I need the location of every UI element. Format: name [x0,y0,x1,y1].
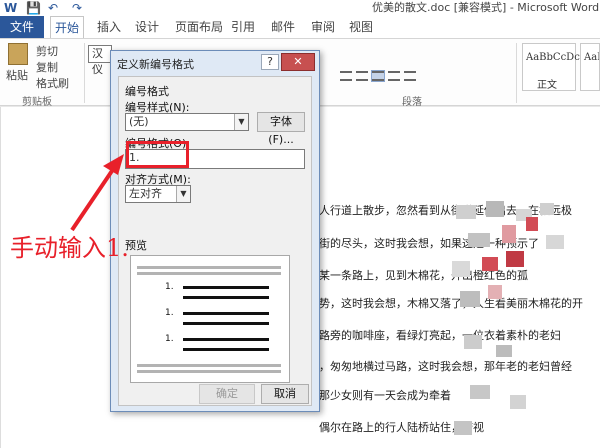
alignment-select[interactable]: 左对齐 ▼ [125,185,191,203]
clipboard-group-label: 剪贴板 [22,97,52,108]
watermark-pixelation [452,201,564,435]
number-style-select[interactable]: (无) ▼ [125,113,249,131]
preview-line [137,266,281,269]
style-normal[interactable]: AaBbCcDc 正文 [522,43,580,91]
style-next[interactable]: AaBb [580,43,600,91]
number-format-section-label: 编号格式 [125,85,169,98]
undo-icon[interactable]: ↶ [48,1,58,15]
tab-home[interactable]: 开始 [50,16,84,38]
title-bar: W 💾 ↶ ↷ 优美的散文.doc [兼容模式] - Microsoft Wor… [0,0,600,16]
paragraph-group-label: 段落 [402,97,422,108]
cancel-button[interactable]: 取消 [261,384,309,404]
tab-references[interactable]: 引用 [228,16,258,38]
align-center-icon[interactable] [356,71,368,81]
preview-line [183,312,269,315]
annotation-highlight-box [126,141,189,168]
preview-number: 1. [165,308,174,318]
format-painter-button[interactable]: 格式刷 [36,75,69,91]
style-sample-2: AaBb [584,52,599,63]
font-button[interactable]: 字体(F)... [257,112,305,146]
tab-design[interactable]: 设计 [132,16,162,38]
font-name-box[interactable]: 汉仪 [88,45,112,76]
preview-line [183,286,269,289]
chevron-down-icon[interactable]: ▼ [234,114,248,130]
preview-line [183,348,269,351]
doc-line: 那少女则有一天会成为牵着 [319,389,451,402]
tab-insert[interactable]: 插入 [94,16,124,38]
justify-icon[interactable] [371,70,385,82]
distribute-icon[interactable] [404,71,416,81]
save-icon[interactable]: 💾 [26,1,41,15]
alignment-value: 左对齐 [129,187,162,200]
help-button[interactable]: ? [261,54,279,70]
word-icon[interactable]: W [4,1,17,15]
tab-file[interactable]: 文件 [0,16,44,38]
preview-line [137,370,281,373]
tab-page-layout[interactable]: 页面布局 [170,16,228,38]
number-style-value: (无) [129,115,149,128]
tab-view[interactable]: 视图 [346,16,376,38]
window-title: 优美的散文.doc [兼容模式] - Microsoft Word [372,1,600,14]
style-name: 正文 [537,80,557,91]
copy-button[interactable]: 复制 [36,59,58,75]
tab-mailings[interactable]: 邮件 [268,16,298,38]
close-button[interactable]: ✕ [281,53,315,71]
tab-review[interactable]: 审阅 [308,16,338,38]
annotation-text: 手动输入1. [10,234,129,262]
cut-button[interactable]: 剪切 [36,43,58,59]
paste-icon[interactable] [8,43,28,65]
ribbon-tabs: 文件 开始 插入 设计 页面布局 引用 邮件 审阅 视图 [0,16,600,38]
preview-line [183,322,269,325]
preview-box: 1. 1. 1. [130,255,290,383]
redo-icon[interactable]: ↷ [72,1,82,15]
align-left-icon[interactable] [340,71,352,81]
chevron-down-icon[interactable]: ▼ [176,186,190,202]
preview-line [183,296,269,299]
preview-number: 1. [165,334,174,344]
preview-line [183,338,269,341]
font-name-value: 汉仪 [92,47,103,76]
define-number-format-dialog: 定义新编号格式 ? ✕ 编号格式 编号样式(N): (无) ▼ 字体(F)...… [110,50,320,412]
align-right-icon[interactable] [388,71,400,81]
ribbon-divider [84,43,85,103]
dialog-body: 编号格式 编号样式(N): (无) ▼ 字体(F)... 编号格式(O): 1.… [118,76,312,406]
paste-button[interactable]: 粘贴 [6,67,28,83]
preview-line [137,364,281,367]
style-sample: AaBbCcDc [526,52,580,63]
preview-number: 1. [165,282,174,292]
ok-button[interactable]: 确定 [199,384,255,404]
ribbon-divider [516,43,517,103]
dialog-title: 定义新编号格式 [117,58,194,71]
preview-line [137,272,281,275]
